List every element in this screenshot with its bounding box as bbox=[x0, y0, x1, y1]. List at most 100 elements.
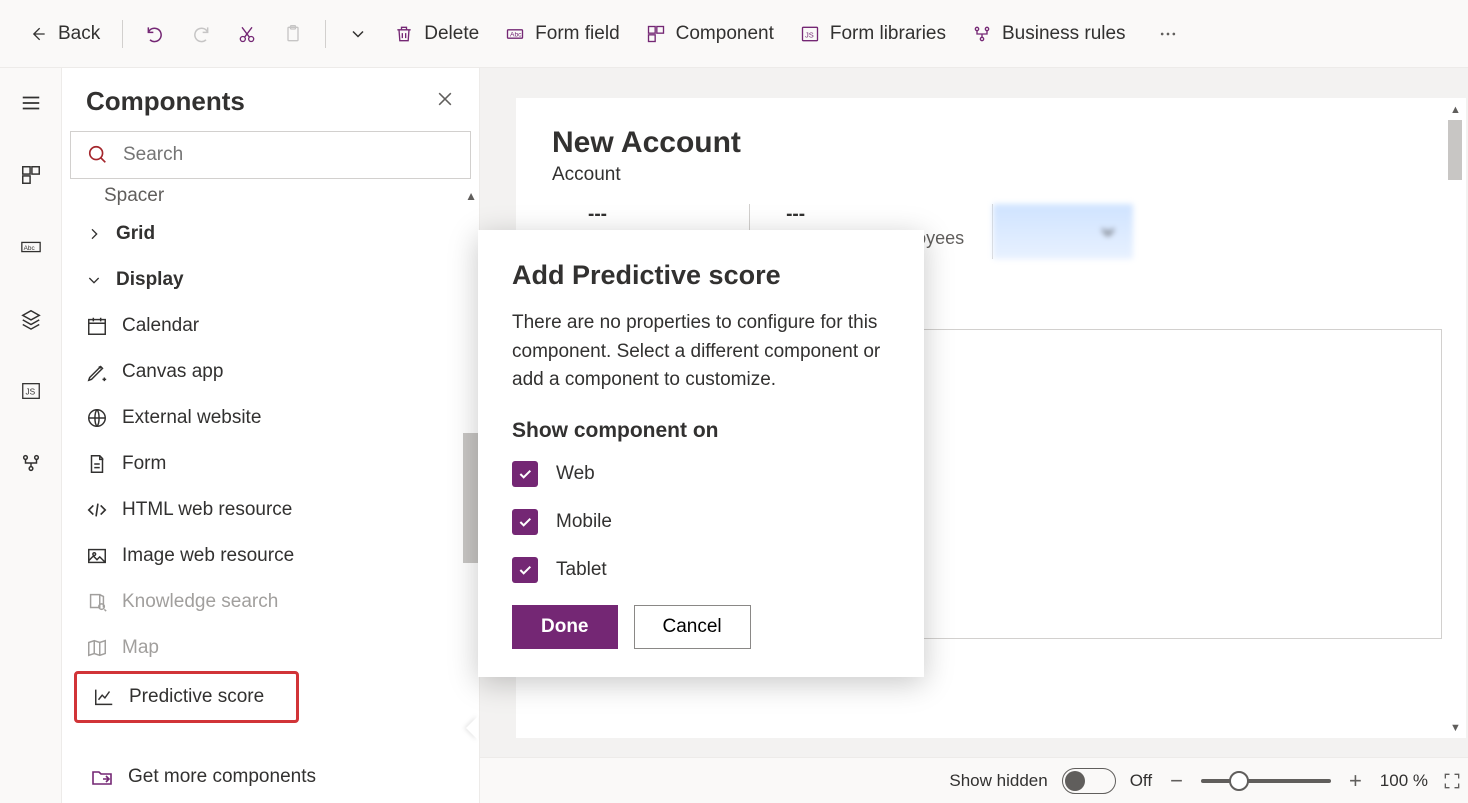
scrollbar-thumb[interactable] bbox=[463, 433, 479, 563]
delete-label: Delete bbox=[424, 23, 479, 45]
list-item-predictive-score[interactable]: Predictive score bbox=[77, 674, 296, 720]
more-button[interactable] bbox=[1148, 16, 1188, 52]
top-toolbar: Back Delete Abc Form field Component JS … bbox=[0, 0, 1468, 68]
form-field-icon: Abc bbox=[505, 24, 525, 44]
list-label: Image web resource bbox=[122, 545, 294, 567]
list-item-image-resource[interactable]: Image web resource bbox=[70, 533, 479, 579]
close-panel-button[interactable] bbox=[435, 88, 455, 116]
svg-text:Abc: Abc bbox=[510, 31, 522, 38]
scroll-down-icon: ▼ bbox=[1450, 722, 1461, 734]
list-label: Grid bbox=[116, 223, 155, 245]
rail-components[interactable] bbox=[14, 158, 48, 192]
scroll-up-icon: ▲ bbox=[1450, 104, 1461, 116]
abc-icon: Abc bbox=[20, 236, 42, 258]
check-label: Mobile bbox=[556, 511, 612, 533]
get-more-components[interactable]: Get more components bbox=[62, 751, 479, 803]
list-item-grid[interactable]: Grid bbox=[70, 211, 479, 257]
paste-button[interactable] bbox=[273, 16, 313, 52]
form-title: New Account bbox=[552, 126, 1430, 160]
check-mobile[interactable]: Mobile bbox=[512, 509, 890, 535]
rail-fields[interactable]: Abc bbox=[14, 230, 48, 264]
business-rules-button[interactable]: Business rules bbox=[962, 15, 1136, 53]
fit-icon[interactable] bbox=[1442, 771, 1462, 791]
paste-icon bbox=[283, 24, 303, 44]
list-item-html-resource[interactable]: HTML web resource bbox=[70, 487, 479, 533]
cancel-button[interactable]: Cancel bbox=[634, 605, 751, 649]
zoom-in-button[interactable]: + bbox=[1345, 768, 1366, 794]
business-rules-label: Business rules bbox=[1002, 23, 1126, 45]
form-libraries-button[interactable]: JS Form libraries bbox=[790, 15, 956, 53]
hamburger-button[interactable] bbox=[14, 86, 48, 120]
list-label: Canvas app bbox=[122, 361, 223, 383]
checkbox-checked[interactable] bbox=[512, 509, 538, 535]
back-button[interactable]: Back bbox=[18, 15, 110, 53]
rail-js[interactable]: JS bbox=[14, 374, 48, 408]
delete-button[interactable]: Delete bbox=[384, 15, 489, 53]
form-subtitle: Account bbox=[552, 164, 1430, 186]
zoom-out-button[interactable]: − bbox=[1166, 768, 1187, 794]
list-item-calendar[interactable]: Calendar bbox=[70, 303, 479, 349]
search-icon bbox=[87, 144, 109, 166]
form-field-label: Form field bbox=[535, 23, 619, 45]
list-item-external-website[interactable]: External website bbox=[70, 395, 479, 441]
toggle-off-label: Off bbox=[1130, 771, 1152, 791]
pencil-icon bbox=[86, 361, 108, 383]
chevron-right-icon bbox=[86, 226, 102, 242]
list-label: HTML web resource bbox=[122, 499, 292, 521]
cut-button[interactable] bbox=[227, 16, 267, 52]
scroll-up-arrow[interactable]: ▲ bbox=[465, 189, 477, 203]
undo-icon bbox=[145, 24, 165, 44]
rail-rules[interactable] bbox=[14, 446, 48, 480]
chevron-down-icon bbox=[1097, 221, 1119, 243]
component-label: Component bbox=[676, 23, 774, 45]
show-hidden-toggle[interactable] bbox=[1062, 768, 1116, 794]
canvas-footer: Show hidden Off − + 100 % bbox=[480, 757, 1468, 803]
list-item-canvas-app[interactable]: Canvas app bbox=[70, 349, 479, 395]
svg-text:JS: JS bbox=[25, 388, 35, 397]
show-hidden-label: Show hidden bbox=[949, 771, 1047, 791]
svg-text:Abc: Abc bbox=[23, 245, 35, 252]
list-label: External website bbox=[122, 407, 261, 429]
chevron-down-icon bbox=[86, 272, 102, 288]
check-label: Web bbox=[556, 463, 595, 485]
redo-button[interactable] bbox=[181, 16, 221, 52]
globe-icon bbox=[86, 407, 108, 429]
checkbox-checked[interactable] bbox=[512, 557, 538, 583]
check-tablet[interactable]: Tablet bbox=[512, 557, 890, 583]
canvas-scrollbar[interactable]: ▲ ▼ bbox=[1448, 104, 1462, 734]
chevron-down-button[interactable] bbox=[338, 16, 378, 52]
check-icon bbox=[517, 562, 533, 578]
separator bbox=[325, 20, 326, 48]
scrollbar-thumb[interactable] bbox=[1448, 120, 1462, 180]
zoom-slider[interactable] bbox=[1201, 779, 1331, 783]
dialog-title: Add Predictive score bbox=[512, 260, 890, 291]
components-panel: Components ▲ Spacer Grid Display Calenda… bbox=[62, 68, 480, 803]
svg-text:JS: JS bbox=[805, 30, 814, 39]
undo-button[interactable] bbox=[135, 16, 175, 52]
left-rail: Abc JS bbox=[0, 68, 62, 803]
component-button[interactable]: Component bbox=[636, 15, 784, 53]
done-button[interactable]: Done bbox=[512, 605, 618, 649]
check-label: Tablet bbox=[556, 559, 607, 581]
list-label: Display bbox=[116, 269, 184, 291]
checkbox-checked[interactable] bbox=[512, 461, 538, 487]
check-web[interactable]: Web bbox=[512, 461, 890, 487]
get-more-label: Get more components bbox=[128, 766, 316, 788]
list-item-map[interactable]: Map bbox=[70, 625, 479, 671]
list-item-spacer[interactable]: Spacer bbox=[70, 185, 479, 211]
form-field-button[interactable]: Abc Form field bbox=[495, 15, 629, 53]
list-item-display[interactable]: Display bbox=[70, 257, 479, 303]
search-box[interactable] bbox=[70, 131, 471, 179]
list-item-knowledge-search[interactable]: Knowledge search bbox=[70, 579, 479, 625]
field-owner-blurred[interactable] bbox=[993, 204, 1133, 259]
rail-layers[interactable] bbox=[14, 302, 48, 336]
search-input[interactable] bbox=[123, 144, 454, 166]
list-label: Form bbox=[122, 453, 166, 475]
list-label: Calendar bbox=[122, 315, 199, 337]
list-item-form[interactable]: Form bbox=[70, 441, 479, 487]
list-label: Predictive score bbox=[129, 686, 264, 708]
hamburger-icon bbox=[20, 92, 42, 114]
folder-arrow-icon bbox=[90, 765, 114, 789]
form-icon bbox=[86, 453, 108, 475]
chevron-down-icon bbox=[348, 24, 368, 44]
